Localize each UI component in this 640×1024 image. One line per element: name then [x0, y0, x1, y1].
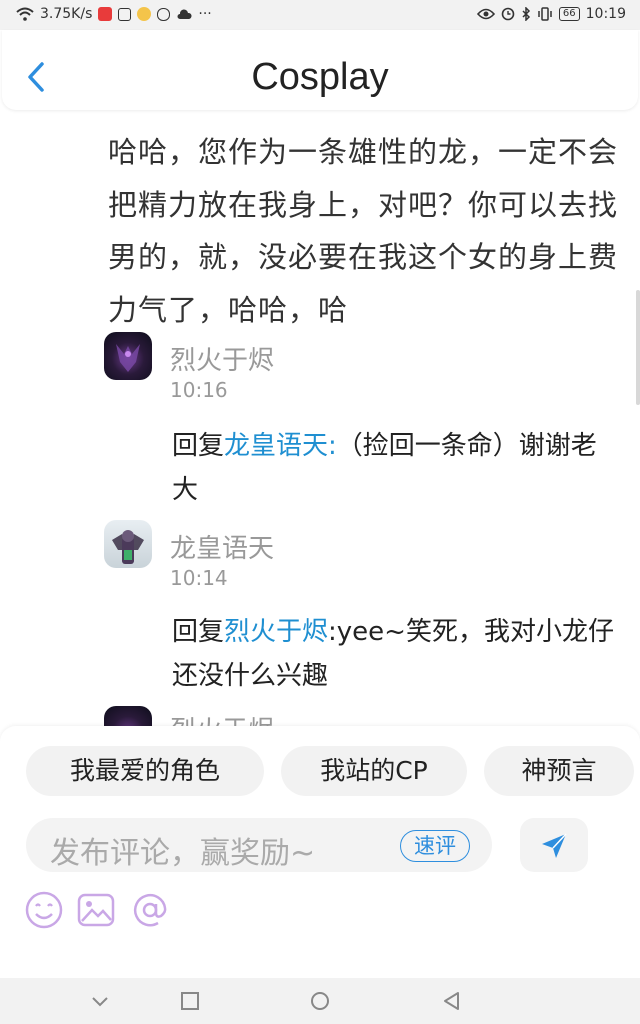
- emoji-icon[interactable]: [24, 890, 64, 930]
- recent-apps-icon[interactable]: [178, 990, 202, 1012]
- timestamp: 10:16: [170, 378, 228, 402]
- clock: 10:19: [585, 6, 626, 22]
- chip-my-cp[interactable]: 我站的CP: [281, 746, 467, 796]
- avatar[interactable]: [104, 332, 152, 380]
- eye-icon: [476, 8, 495, 20]
- username[interactable]: 龙皇语天: [170, 528, 274, 565]
- quick-comment-button[interactable]: 速评: [400, 830, 470, 862]
- reply-prefix: 回复: [172, 431, 225, 461]
- avatar[interactable]: [104, 520, 152, 568]
- comment-input[interactable]: 发布评论，赢奖励~ 速评: [26, 818, 492, 872]
- mention-icon[interactable]: [130, 890, 170, 930]
- page-title: Cosplay: [251, 56, 389, 98]
- system-nav-bar: [0, 978, 640, 1024]
- status-bar: 3.75K/s ··· 66 10:19: [0, 0, 640, 30]
- network-speed: 3.75K/s: [40, 6, 93, 22]
- reply-text: 回复烈火于烬:yee~笑死，我对小龙仔还没什么兴趣: [172, 610, 622, 698]
- video-icon: [98, 7, 113, 21]
- reply-prefix: 回复: [172, 617, 225, 647]
- face-icon: [157, 7, 171, 21]
- chevron-down-icon[interactable]: [88, 990, 112, 1012]
- chip-prophecy[interactable]: 神预言: [484, 746, 634, 796]
- username[interactable]: 烈火于烬: [170, 340, 274, 377]
- timestamp: 10:14: [170, 566, 228, 590]
- back-icon[interactable]: [440, 990, 464, 1012]
- chip-favorite-character[interactable]: 我最爱的角色: [26, 746, 264, 796]
- face-icon: [137, 7, 152, 21]
- comment-thread[interactable]: 哈哈，您作为一条雄性的龙，一定不会把精力放在我身上，对吧？你可以去找男的，就，没…: [0, 110, 640, 728]
- tv-icon: [118, 7, 132, 21]
- wifi-icon: [16, 7, 34, 21]
- more-icon: ···: [198, 6, 212, 22]
- mention-link[interactable]: 烈火于烬: [224, 617, 328, 647]
- alarm-icon: [501, 7, 515, 21]
- cloud-icon: [177, 9, 192, 19]
- mention-link[interactable]: 龙皇语天:: [224, 431, 337, 461]
- bluetooth-icon: [522, 7, 530, 21]
- battery-icon: 66: [558, 7, 580, 21]
- send-icon: [542, 833, 567, 858]
- send-button[interactable]: [520, 818, 588, 872]
- vibrate-icon: [538, 7, 552, 21]
- reply-text: 回复龙皇语天:（捡回一条命）谢谢老大: [172, 424, 622, 512]
- avatar[interactable]: [104, 706, 152, 728]
- home-icon[interactable]: [308, 990, 332, 1012]
- comment-placeholder: 发布评论，赢奖励~: [50, 836, 316, 871]
- image-icon[interactable]: [76, 890, 116, 930]
- header: Cosplay: [2, 30, 638, 110]
- post-text: 哈哈，您作为一条雄性的龙，一定不会把精力放在我身上，对吧？你可以去找男的，就，没…: [108, 135, 619, 327]
- comment-composer: 我最爱的角色 我站的CP 神预言 发布评论，赢奖励~ 速评: [0, 726, 640, 978]
- scrollbar[interactable]: [636, 290, 640, 405]
